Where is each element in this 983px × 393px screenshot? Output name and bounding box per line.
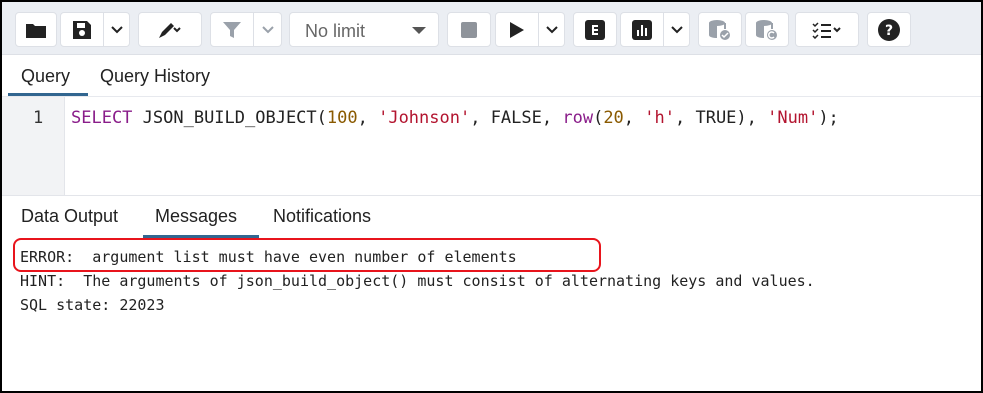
commit-icon [708, 19, 732, 41]
rollback-icon [755, 19, 779, 41]
query-tool-window: No limit ? Query Query History 1 SELECT … [0, 0, 983, 393]
tab-notifications[interactable]: Notifications [273, 206, 371, 227]
code-token: , [357, 108, 379, 128]
toolbar: No limit ? [2, 2, 981, 55]
execute-button[interactable] [495, 12, 539, 47]
row-limit-select[interactable]: No limit [289, 12, 439, 47]
sql-editor[interactable]: 1 SELECT JSON_BUILD_OBJECT(100, 'Johnson… [2, 96, 981, 195]
code-token: ); [818, 108, 839, 128]
messages-panel: ERROR: argument list must have even numb… [2, 238, 981, 391]
tab-query[interactable]: Query [21, 66, 70, 87]
macros-icon [811, 21, 843, 39]
code-token: JSON_BUILD_OBJECT( [132, 108, 327, 128]
output-tabs: Data Output Messages Notifications [2, 195, 981, 239]
play-icon [509, 21, 525, 39]
stop-icon [461, 21, 477, 38]
code-token: ( [593, 108, 604, 128]
open-file-button[interactable] [15, 12, 57, 47]
code-token: 'Johnson' [378, 108, 471, 128]
execute-options-button[interactable] [539, 12, 565, 47]
chevron-down-icon [670, 25, 684, 35]
explain-icon [585, 19, 605, 40]
filter-icon [222, 20, 242, 40]
code-token: , FALSE, [470, 108, 563, 128]
explain-options-button[interactable] [664, 12, 690, 47]
chevron-down-icon [545, 25, 559, 35]
sql-code-line[interactable]: SELECT JSON_BUILD_OBJECT(100, 'Johnson',… [71, 108, 839, 128]
code-token: , [623, 108, 645, 128]
tab-messages[interactable]: Messages [155, 206, 237, 227]
row-limit-value: No limit [305, 21, 366, 41]
chart-icon [632, 19, 652, 40]
line-number: 1 [33, 108, 44, 128]
help-icon: ? [878, 18, 900, 41]
query-tabs: Query Query History [2, 55, 981, 95]
chevron-down-icon [110, 25, 124, 35]
rollback-button[interactable] [745, 12, 789, 47]
filter-options-button[interactable] [254, 12, 282, 47]
tab-data-output[interactable]: Data Output [21, 206, 118, 227]
code-token: row [562, 108, 594, 128]
code-token: SELECT [71, 108, 133, 128]
tab-query-history[interactable]: Query History [100, 66, 210, 87]
sql-state-message: SQL state: 22023 [20, 296, 165, 314]
help-button[interactable]: ? [867, 12, 911, 47]
macros-button[interactable] [795, 12, 859, 47]
line-number-gutter: 1 [2, 97, 65, 195]
save-button[interactable] [60, 12, 104, 47]
code-token: 100 [326, 108, 358, 128]
error-message: ERROR: argument list must have even numb… [20, 248, 517, 266]
code-token: 20 [603, 108, 624, 128]
chevron-down-icon [261, 25, 275, 35]
edit-button[interactable] [138, 12, 202, 47]
code-token: 'Num' [767, 108, 819, 128]
edit-icon [157, 20, 183, 40]
save-options-button[interactable] [104, 12, 130, 47]
explain-analyze-button[interactable] [620, 12, 664, 47]
filter-button[interactable] [210, 12, 254, 47]
svg-text:?: ? [885, 23, 893, 39]
commit-button[interactable] [698, 12, 742, 47]
explain-button[interactable] [573, 12, 617, 47]
hint-message: HINT: The arguments of json_build_object… [20, 272, 815, 290]
code-token: 'h' [644, 108, 675, 128]
folder-icon [25, 21, 47, 39]
save-icon [72, 20, 92, 40]
stop-button[interactable] [447, 12, 491, 47]
caret-down-icon [412, 27, 426, 34]
code-token: , TRUE), [675, 108, 768, 128]
